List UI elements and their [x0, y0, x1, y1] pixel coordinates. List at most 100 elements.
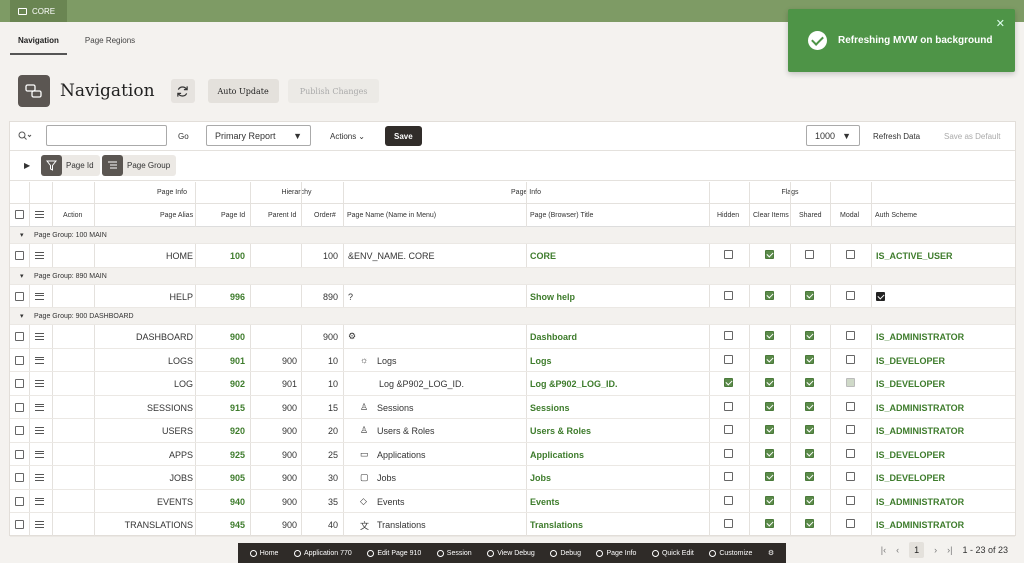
row-menu-icon[interactable]: [35, 403, 44, 411]
hidden-checkbox[interactable]: [724, 519, 733, 528]
col-shared[interactable]: Shared: [799, 212, 822, 219]
modal-checkbox[interactable]: [846, 448, 855, 458]
hidden-checkbox[interactable]: [724, 354, 733, 364]
modal-checkbox[interactable]: [846, 290, 855, 300]
expand-filters-icon[interactable]: ▶: [24, 161, 30, 170]
page-id-link[interactable]: 905: [200, 473, 245, 483]
page-id-link[interactable]: 902: [200, 379, 245, 389]
devbar-home[interactable]: Home: [249, 549, 278, 557]
shared-checkbox[interactable]: [805, 250, 814, 259]
first-page-icon[interactable]: |‹: [881, 545, 886, 555]
hidden-checkbox[interactable]: [724, 495, 733, 505]
auto-update-button[interactable]: Auto Update: [207, 79, 279, 103]
col-page-id[interactable]: Page Id: [221, 212, 245, 219]
search-input[interactable]: [46, 125, 167, 146]
col-clear-items[interactable]: Clear Items: [753, 212, 789, 219]
row-menu-icon[interactable]: [35, 333, 44, 340]
modal-checkbox[interactable]: [846, 378, 855, 387]
row-select-checkbox[interactable]: [15, 449, 24, 459]
search-column-selector[interactable]: [18, 126, 32, 146]
page-id-link[interactable]: 996: [200, 292, 245, 302]
prev-page-icon[interactable]: ‹: [896, 545, 899, 555]
page-title-link[interactable]: Show help: [530, 292, 575, 302]
hidden-checkbox[interactable]: [724, 250, 733, 259]
page-id-link[interactable]: 940: [200, 497, 245, 507]
row-select-checkbox[interactable]: [15, 379, 24, 388]
clear-items-checkbox[interactable]: [765, 378, 774, 387]
refresh-button[interactable]: [170, 79, 195, 103]
save-button[interactable]: Save: [385, 126, 422, 146]
hidden-checkbox[interactable]: [724, 472, 733, 481]
clear-items-checkbox[interactable]: [765, 250, 774, 259]
hidden-checkbox[interactable]: [724, 401, 733, 411]
page-title-link[interactable]: Users & Roles: [530, 426, 591, 436]
clear-items-checkbox[interactable]: [765, 519, 774, 528]
page-id-link[interactable]: 900: [200, 332, 245, 342]
page-title-link[interactable]: CORE: [530, 251, 556, 261]
devbar-page-info[interactable]: Page Info: [596, 549, 636, 557]
row-menu-icon[interactable]: [35, 497, 44, 505]
page-title-link[interactable]: Events: [530, 497, 560, 507]
row-menu-icon[interactable]: [35, 292, 44, 300]
clear-items-checkbox[interactable]: [765, 448, 774, 458]
shared-checkbox[interactable]: [805, 519, 814, 528]
row-menu-icon[interactable]: [35, 521, 44, 528]
page-title-link[interactable]: Logs: [530, 356, 552, 366]
row-select-checkbox[interactable]: [15, 402, 24, 412]
select-all-checkbox[interactable]: [15, 210, 24, 219]
col-action[interactable]: Action: [63, 212, 82, 219]
hidden-checkbox[interactable]: [724, 331, 733, 340]
row-select-checkbox[interactable]: [15, 426, 24, 435]
clear-items-checkbox[interactable]: [765, 425, 774, 434]
page-id-link[interactable]: 925: [200, 450, 245, 460]
rows-per-page-select[interactable]: 1000 ▼: [806, 125, 860, 146]
clear-items-checkbox[interactable]: [765, 354, 774, 364]
page-title-link[interactable]: Translations: [530, 520, 583, 530]
page-id-link[interactable]: 945: [200, 520, 245, 530]
devbar-view-debug[interactable]: View Debug: [487, 549, 535, 557]
page-title-link[interactable]: Jobs: [530, 473, 551, 483]
collapse-icon[interactable]: ▾: [20, 231, 24, 239]
row-select-checkbox[interactable]: [15, 496, 24, 506]
auth-flag-checkbox[interactable]: [876, 291, 885, 301]
page-id-link[interactable]: 920: [200, 426, 245, 436]
clear-items-checkbox[interactable]: [765, 495, 774, 505]
page-title-link[interactable]: Log &P902_LOG_ID.: [530, 379, 618, 389]
row-menu-icon[interactable]: [35, 450, 44, 458]
row-select-checkbox[interactable]: [15, 473, 24, 482]
page-id-link[interactable]: 901: [200, 356, 245, 366]
page-id-link[interactable]: 100: [200, 251, 245, 261]
go-button[interactable]: Go: [178, 126, 189, 146]
page-title-link[interactable]: Sessions: [530, 403, 570, 413]
app-name-tab[interactable]: CORE: [10, 0, 67, 22]
modal-checkbox[interactable]: [846, 519, 855, 528]
clear-items-checkbox[interactable]: [765, 331, 774, 340]
collapse-icon[interactable]: ▾: [20, 312, 24, 320]
row-menu-icon[interactable]: [35, 474, 44, 481]
row-select-checkbox[interactable]: [15, 251, 24, 260]
clear-items-checkbox[interactable]: [765, 290, 774, 300]
devbar-quick-edit[interactable]: Quick Edit: [651, 549, 694, 557]
row-select-checkbox[interactable]: [15, 520, 24, 529]
row-select-checkbox[interactable]: [15, 355, 24, 365]
shared-checkbox[interactable]: [805, 378, 814, 387]
shared-checkbox[interactable]: [805, 495, 814, 505]
tab-page-regions[interactable]: Page Regions: [85, 36, 135, 55]
close-icon[interactable]: ✕: [996, 17, 1005, 30]
col-auth-scheme[interactable]: Auth Scheme: [875, 212, 917, 219]
devbar-debug[interactable]: Debug: [550, 549, 581, 557]
col-hidden[interactable]: Hidden: [717, 212, 739, 219]
row-menu-icon[interactable]: [35, 380, 44, 387]
refresh-data-button[interactable]: Refresh Data: [873, 126, 920, 146]
modal-checkbox[interactable]: [846, 425, 855, 434]
shared-checkbox[interactable]: [805, 472, 814, 481]
devbar-application[interactable]: Application 770: [293, 549, 352, 557]
hidden-checkbox[interactable]: [724, 378, 733, 387]
page-title-link[interactable]: Applications: [530, 450, 584, 460]
filter-page-id[interactable]: Page Id: [41, 155, 100, 176]
modal-checkbox[interactable]: [846, 401, 855, 411]
modal-checkbox[interactable]: [846, 354, 855, 364]
modal-checkbox[interactable]: [846, 495, 855, 505]
modal-checkbox[interactable]: [846, 250, 855, 259]
shared-checkbox[interactable]: [805, 290, 814, 300]
